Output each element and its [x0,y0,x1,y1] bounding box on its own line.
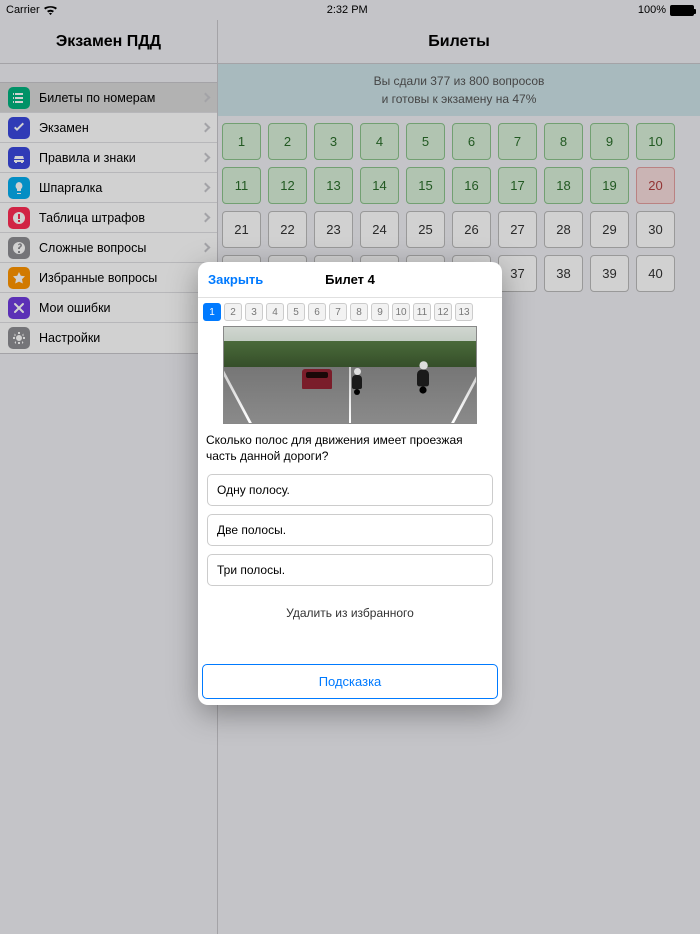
question-popup: Закрыть Билет 4 12345678910111213 Скольк… [198,262,502,705]
answer-option-3[interactable]: Три полосы. [207,554,493,586]
remove-favorite-button[interactable]: Удалить из избранного [203,594,497,660]
question-tab-5[interactable]: 5 [287,303,305,321]
question-tab-10[interactable]: 10 [392,303,410,321]
close-button[interactable]: Закрыть [208,272,263,287]
question-tab-1[interactable]: 1 [203,303,221,321]
question-tab-7[interactable]: 7 [329,303,347,321]
question-tab-4[interactable]: 4 [266,303,284,321]
answer-option-2[interactable]: Две полосы. [207,514,493,546]
question-tab-9[interactable]: 9 [371,303,389,321]
answer-option-1[interactable]: Одну полосу. [207,474,493,506]
question-tab-8[interactable]: 8 [350,303,368,321]
question-tab-12[interactable]: 12 [434,303,452,321]
popup-header: Закрыть Билет 4 [198,262,502,298]
question-image [223,326,477,424]
question-tabs: 12345678910111213 [198,298,502,321]
question-tab-2[interactable]: 2 [224,303,242,321]
question-tab-3[interactable]: 3 [245,303,263,321]
popup-title: Билет 4 [325,272,375,287]
question-tab-11[interactable]: 11 [413,303,431,321]
hint-button[interactable]: Подсказка [202,664,498,699]
question-text: Сколько полос для движения имеет проезжа… [203,424,497,474]
question-tab-13[interactable]: 13 [455,303,473,321]
question-tab-6[interactable]: 6 [308,303,326,321]
